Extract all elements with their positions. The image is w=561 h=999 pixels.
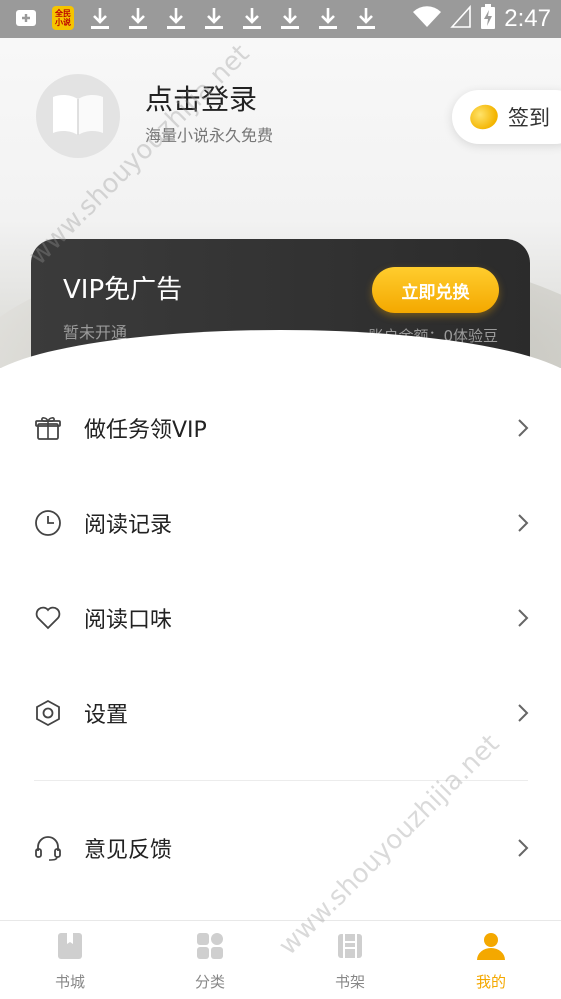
menu-item-reading-history[interactable]: 阅读记录: [0, 488, 561, 558]
profile-icon: [476, 931, 506, 961]
checkin-label: 签到: [508, 106, 550, 130]
battery-charging-icon: [480, 4, 496, 34]
menu-label: 做任务领VIP: [84, 418, 207, 443]
tab-bookstore[interactable]: 书城: [0, 921, 140, 999]
category-icon: [195, 931, 225, 961]
tab-label: 书城: [54, 973, 85, 991]
login-title[interactable]: 点击登录: [145, 78, 257, 118]
menu-label: 设置: [84, 703, 129, 728]
tab-bookshelf[interactable]: 书架: [280, 921, 420, 999]
download-icon: [278, 6, 302, 30]
signal-icon: [450, 4, 472, 33]
status-bar: 全民小说 2:47: [0, 0, 561, 38]
download-icon: [240, 6, 264, 30]
divider: [34, 780, 528, 781]
download-icon: [164, 6, 188, 30]
download-icon: [126, 6, 150, 30]
clock-icon: [33, 508, 63, 538]
book-icon: [50, 91, 106, 141]
bookshelf-icon: [335, 931, 365, 961]
login-subtitle: 海量小说永久免费: [145, 126, 274, 145]
heart-icon: [33, 603, 63, 633]
chevron-right-icon: [515, 512, 531, 534]
menu-item-reading-taste[interactable]: 阅读口味: [0, 583, 561, 653]
notification-icons: 全民小说: [14, 6, 378, 30]
wifi-icon: [412, 5, 442, 33]
add-notification-icon: [14, 6, 38, 30]
settings-icon: [33, 698, 63, 728]
menu-item-task-vip[interactable]: 做任务领VIP: [0, 393, 561, 463]
headset-icon: [33, 833, 63, 863]
tab-label: 书架: [334, 973, 365, 991]
tab-label: 分类: [194, 973, 225, 991]
chevron-right-icon: [515, 607, 531, 629]
chevron-right-icon: [515, 837, 531, 859]
clock-time: 2:47: [504, 5, 551, 32]
bean-icon: [466, 100, 502, 134]
menu-item-settings[interactable]: 设置: [0, 678, 561, 748]
tab-label: 我的: [475, 973, 506, 991]
menu-label: 阅读口味: [84, 608, 173, 633]
gift-icon: [33, 413, 63, 443]
redeem-button[interactable]: 立即兑换: [372, 267, 499, 313]
menu-label: 意见反馈: [84, 838, 173, 863]
download-icon: [88, 6, 112, 30]
menu-item-feedback[interactable]: 意见反馈: [0, 813, 561, 883]
app-icon: 全民小说: [52, 6, 74, 30]
tab-mine[interactable]: 我的: [421, 921, 561, 999]
download-icon: [202, 6, 226, 30]
chevron-right-icon: [515, 417, 531, 439]
bookstore-icon: [55, 931, 85, 961]
checkin-button[interactable]: 签到: [452, 90, 561, 144]
avatar[interactable]: [36, 74, 120, 158]
tab-category[interactable]: 分类: [140, 921, 280, 999]
menu-label: 阅读记录: [84, 513, 173, 538]
download-icon: [316, 6, 340, 30]
status-right: 2:47: [412, 4, 551, 34]
download-icon: [354, 6, 378, 30]
vip-title: VIP免广告: [63, 275, 183, 305]
bottom-nav: 书城 分类 书架 我的: [0, 920, 561, 999]
chevron-right-icon: [515, 702, 531, 724]
